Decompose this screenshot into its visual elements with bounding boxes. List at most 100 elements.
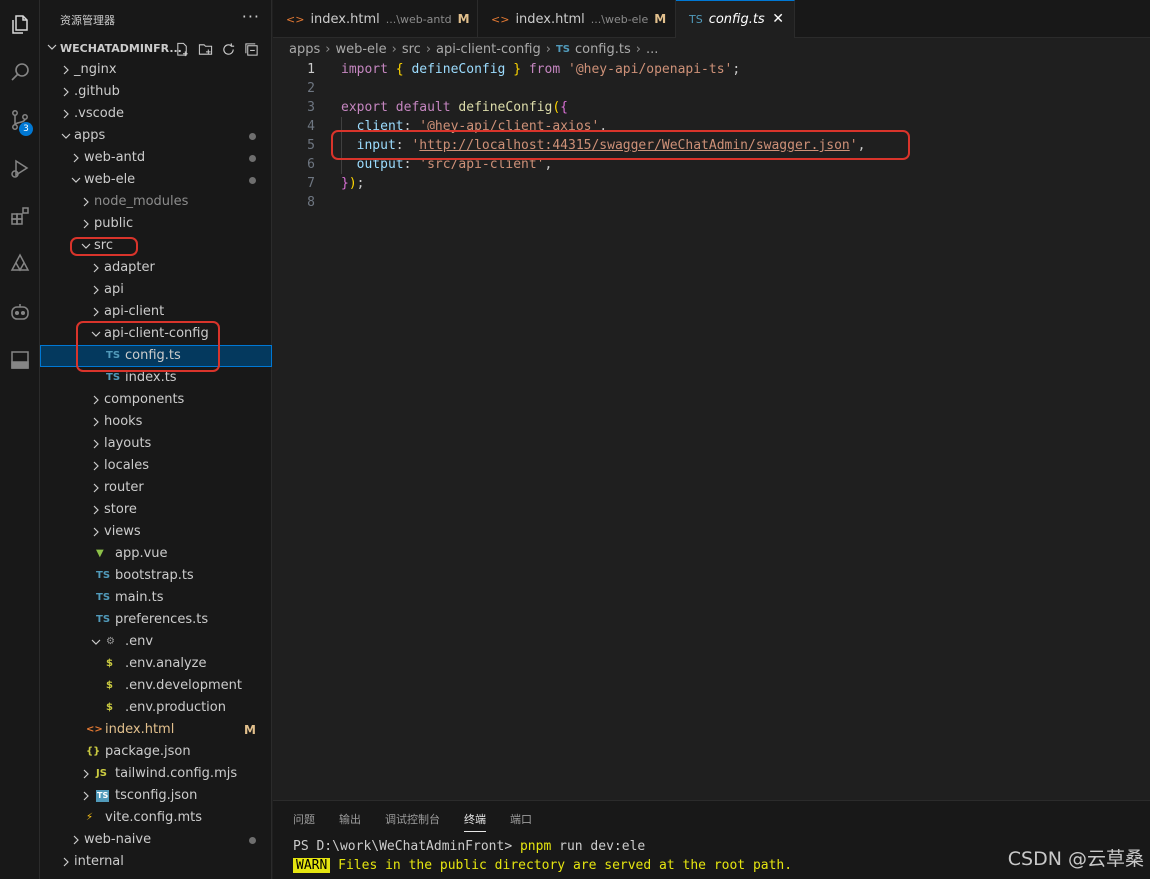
breadcrumb-item[interactable]: config.ts <box>575 42 631 57</box>
chevron-right-icon <box>83 197 89 207</box>
terminal-line[interactable]: PS D:\work\WeChatAdminFront> pnpm run de… <box>293 839 645 854</box>
chevron-right-icon: › <box>325 41 331 57</box>
tree-item[interactable]: layouts <box>40 433 272 455</box>
panel-toggle-icon[interactable] <box>0 340 40 380</box>
tab-ports[interactable]: 端口 <box>510 811 532 832</box>
tree-item-label: hooks <box>104 414 143 429</box>
tree-item[interactable]: ⚙ .env <box>40 631 272 653</box>
tree-item[interactable]: web-naive <box>40 829 272 851</box>
tree-item[interactable]: locales <box>40 455 272 477</box>
tree-item[interactable]: TS tsconfig.json <box>40 785 272 807</box>
source-control-icon[interactable]: 3 <box>0 100 40 140</box>
tree-item[interactable]: web-antd <box>40 147 272 169</box>
search-icon[interactable] <box>0 52 40 92</box>
tree-item[interactable]: internal <box>40 851 272 873</box>
breadcrumb-item[interactable]: ... <box>646 42 658 57</box>
refresh-icon[interactable] <box>219 40 237 58</box>
tree-item[interactable]: $ .env.production <box>40 697 272 719</box>
tree-item[interactable]: TS preferences.ts <box>40 609 272 631</box>
tree-item[interactable]: store <box>40 499 272 521</box>
new-folder-icon[interactable] <box>196 40 214 58</box>
typescript-icon: TS <box>555 43 570 55</box>
chevron-right-icon <box>93 439 99 449</box>
tsconfig-icon: TS <box>96 790 110 802</box>
tree-item[interactable]: TS main.ts <box>40 587 272 609</box>
breadcrumb-item[interactable]: apps <box>289 42 320 57</box>
tree-item[interactable]: node_modules <box>40 191 272 213</box>
tree-item[interactable]: _nginx <box>40 59 272 81</box>
line-number: 7 <box>307 176 315 191</box>
code-line-7: }); <box>341 176 365 191</box>
tree-item[interactable]: $ .env.development <box>40 675 272 697</box>
highlight-box-config <box>76 321 220 372</box>
tab-output[interactable]: 输出 <box>339 811 361 832</box>
tree-item-label: app.vue <box>115 546 168 561</box>
tab-index-html-ele[interactable]: <> index.html ...\web-ele M <box>478 0 676 38</box>
extensions-icon[interactable] <box>0 196 40 236</box>
tree-item[interactable]: {} package.json <box>40 741 272 763</box>
tree-item-label: .env.development <box>125 678 242 693</box>
remote-explorer-icon[interactable] <box>0 244 40 284</box>
explorer-icon[interactable] <box>0 4 40 44</box>
chevron-right-icon <box>93 263 99 273</box>
chevron-right-icon <box>83 791 89 801</box>
copilot-icon[interactable] <box>0 292 40 332</box>
tree-item[interactable]: JS tailwind.config.mjs <box>40 763 272 785</box>
new-file-icon[interactable] <box>173 40 191 58</box>
tree-item[interactable]: components <box>40 389 272 411</box>
breadcrumb-item[interactable]: src <box>402 42 421 57</box>
tab-terminal[interactable]: 终端 <box>464 811 486 832</box>
tab-description: ...\web-ele <box>590 12 649 26</box>
terminal-panel: 问题 输出 调试控制台 终端 端口 PS D:\work\WeChatAdmin… <box>273 800 1150 879</box>
tree-item-label: tailwind.config.mjs <box>115 766 238 781</box>
collapse-all-icon[interactable] <box>242 40 260 58</box>
tree-item-label: main.ts <box>115 590 164 605</box>
tab-label: config.ts <box>708 12 765 27</box>
tree-item[interactable]: <> index.html M <box>40 719 272 741</box>
terminal-command: pnpm <box>519 839 552 854</box>
tree-item-label: _nginx <box>74 62 117 77</box>
tree-item[interactable]: ⚡ vite.config.mts <box>40 807 272 829</box>
tree-item[interactable]: web-ele <box>40 169 272 191</box>
tree-item-label: package.json <box>105 744 191 759</box>
tree-item[interactable]: apps <box>40 125 272 147</box>
tree-item[interactable]: ▼ app.vue <box>40 543 272 565</box>
modified-dot <box>249 837 256 844</box>
env-icon: $ <box>106 702 113 713</box>
code-editor[interactable]: 1 2 3 4 5 6 7 8 import { defineConfig } … <box>273 60 1150 800</box>
tree-item[interactable]: api-client <box>40 301 272 323</box>
html-icon: <> <box>491 12 510 26</box>
chevron-right-icon <box>63 857 69 867</box>
more-actions-icon[interactable]: ··· <box>242 7 260 26</box>
tree-item[interactable]: public <box>40 213 272 235</box>
tree-item[interactable]: router <box>40 477 272 499</box>
run-debug-icon[interactable] <box>0 148 40 188</box>
tree-item-label: router <box>104 480 144 495</box>
tree-item[interactable]: TS bootstrap.ts <box>40 565 272 587</box>
tree-item[interactable]: .vscode <box>40 103 272 125</box>
chevron-right-icon <box>83 769 89 779</box>
chevron-right-icon <box>63 109 69 119</box>
tab-index-html-antd[interactable]: <> index.html ...\web-antd M <box>273 0 478 38</box>
tree-item[interactable]: views <box>40 521 272 543</box>
chevron-right-icon <box>93 395 99 405</box>
modified-mark: M <box>654 12 667 26</box>
tree-item[interactable]: hooks <box>40 411 272 433</box>
tree-item[interactable]: adapter <box>40 257 272 279</box>
chevron-right-icon <box>93 483 99 493</box>
close-icon[interactable]: ✕ <box>772 11 784 27</box>
tab-problems[interactable]: 问题 <box>293 811 315 832</box>
tab-debug-console[interactable]: 调试控制台 <box>385 811 440 832</box>
tree-item-label: views <box>104 524 141 539</box>
terminal-args: run dev:ele <box>551 839 646 854</box>
typescript-icon: TS <box>689 13 703 26</box>
breadcrumb-item[interactable]: api-client-config <box>436 42 541 57</box>
workspace-section-header[interactable]: WECHATADMINFR... <box>40 38 272 60</box>
breadcrumb-item[interactable]: web-ele <box>335 42 386 57</box>
chevron-right-icon: › <box>425 41 432 57</box>
tab-config-ts[interactable]: TS config.ts ✕ <box>676 0 795 38</box>
line-number: 3 <box>307 100 315 115</box>
tree-item[interactable]: $ .env.analyze <box>40 653 272 675</box>
tree-item[interactable]: .github <box>40 81 272 103</box>
tree-item[interactable]: api <box>40 279 272 301</box>
